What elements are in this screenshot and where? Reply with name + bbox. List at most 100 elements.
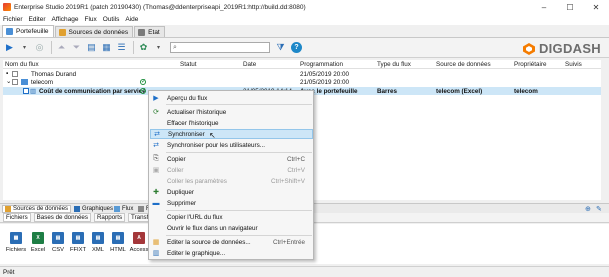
menu-item-duplicate[interactable]: ✚ Dupliquer — [150, 187, 313, 197]
chart-icon — [74, 206, 80, 212]
tab-state[interactable]: Etat — [134, 26, 165, 37]
logo-mark — [522, 42, 536, 56]
list-icon[interactable]: ☰ — [115, 41, 128, 54]
subtab-databases[interactable]: Bases de données — [33, 213, 91, 222]
sync-icon: ⇄ — [154, 131, 160, 138]
row-checkbox[interactable] — [12, 71, 18, 77]
datasource-icon — [58, 28, 66, 36]
window-title: Enterprise Studio 2019R1 (patch 20190430… — [14, 3, 306, 11]
tab-bottom-flows[interactable]: Flux — [112, 205, 135, 213]
play-dropdown-icon[interactable]: ▾ — [18, 41, 31, 54]
col-followers[interactable]: Suivis — [565, 61, 582, 68]
duplicate-icon: ✚ — [153, 189, 159, 196]
col-schedule[interactable]: Programmation — [300, 61, 343, 68]
source-excel[interactable]: X Excel — [27, 232, 49, 253]
menu-view[interactable]: Affichage — [52, 16, 79, 23]
menu-item-copy-url[interactable]: Copier l'URL du flux — [150, 212, 313, 222]
move-down-icon[interactable]: ⏷ — [70, 41, 83, 54]
col-source[interactable]: Source de données — [436, 61, 491, 68]
tab-bottom-charts[interactable]: Graphiques — [72, 205, 115, 213]
tab-portfolio[interactable]: Portefeuille — [2, 25, 54, 37]
maximize-button[interactable]: ☐ — [557, 0, 583, 14]
menu-item-open-browser[interactable]: Ouvrir le flux dans un navigateur — [150, 223, 313, 233]
filter-icon[interactable]: ⧩ — [274, 41, 287, 54]
context-menu: ▶ Aperçu du flux ⟳ Actualiser l'historiq… — [148, 90, 314, 260]
tab-bottom-sources[interactable]: Sources de données — [2, 205, 72, 213]
refresh-icon: ⟳ — [153, 109, 159, 116]
main-tabs: Portefeuille Sources de données Etat — [0, 25, 609, 38]
pin-icon[interactable]: ✎ — [596, 205, 602, 213]
menu-item-synchronize-users[interactable]: ⇄ Synchroniser pour les utilisateurs... — [150, 140, 313, 150]
menu-help[interactable]: Aide — [125, 16, 138, 23]
sync-users-icon: ⇄ — [153, 142, 159, 149]
col-type[interactable]: Type du flux — [377, 61, 411, 68]
move-up-icon[interactable]: ⏶ — [55, 41, 68, 54]
search-input[interactable]: ⌕ — [170, 42, 270, 53]
minimize-button[interactable]: – — [531, 0, 557, 14]
status-ok-icon: ✓ — [140, 78, 147, 85]
settings-icon[interactable]: ✿ — [137, 41, 150, 54]
play-icon[interactable]: ▶ — [3, 41, 16, 54]
row-checkbox[interactable] — [23, 88, 29, 94]
menu-flow[interactable]: Flux — [84, 16, 96, 23]
help-icon[interactable]: ? — [291, 42, 302, 53]
mouse-cursor-icon: ↖ — [209, 131, 216, 140]
add-icon[interactable]: ⊕ — [585, 205, 591, 213]
subtab-reports[interactable]: Rapports — [93, 213, 126, 222]
menu-item-refresh-history[interactable]: ⟳ Actualiser l'historique — [150, 107, 313, 117]
digdash-logo: DIGDASH — [522, 41, 601, 56]
edit-chart-icon: ▥ — [152, 250, 160, 257]
grid-icon[interactable]: ▦ — [100, 41, 113, 54]
source-ffixt[interactable]: ▤ FFIXT — [67, 232, 89, 253]
collapse-icon[interactable]: ▪ — [6, 70, 8, 77]
settings-dropdown-icon[interactable]: ▾ — [152, 41, 165, 54]
app-icon — [3, 3, 11, 11]
col-status[interactable]: Statut — [180, 61, 196, 68]
menu-item-edit-chart[interactable]: ▥ Editer le graphique... — [150, 248, 313, 258]
menu-item-edit-source[interactable]: ▦ Editer la source de données... Ctrl+En… — [150, 237, 313, 247]
menu-edit[interactable]: Editer — [29, 16, 46, 23]
menu-item-preview[interactable]: ▶ Aperçu du flux — [150, 93, 313, 103]
ffixt-icon: ▤ — [72, 232, 84, 244]
search-icon: ⌕ — [173, 43, 177, 51]
menu-item-clear-history[interactable]: Effacer l'historique — [150, 118, 313, 128]
stop-icon[interactable]: ◎ — [33, 41, 46, 54]
play-icon: ▶ — [153, 95, 159, 102]
source-access[interactable]: A Access — [128, 232, 150, 253]
table-row[interactable]: ▪ Thomas Durand 21/05/2019 20:00 — [3, 70, 601, 78]
source-html[interactable]: ▤ HTML — [107, 232, 129, 253]
close-button[interactable]: ✕ — [583, 0, 609, 14]
subtab-files[interactable]: Fichiers — [3, 213, 31, 222]
expand-icon[interactable]: ⌄ — [6, 78, 11, 85]
menu-item-paste[interactable]: ▣ Coller Ctrl+V — [150, 165, 313, 175]
html-icon: ▤ — [112, 232, 124, 244]
menu-item-copy[interactable]: ⎘ Copier Ctrl+C — [150, 154, 313, 164]
status-bar: Prêt — [0, 266, 609, 277]
status-text: Prêt — [3, 268, 15, 276]
menu-file[interactable]: Fichier — [3, 16, 23, 23]
files-icon: ▦ — [10, 232, 22, 244]
csv-icon: ▤ — [52, 232, 64, 244]
col-date[interactable]: Date — [243, 61, 256, 68]
menu-item-paste-parameters[interactable]: Coller les paramètres Ctrl+Shift+V — [150, 176, 313, 186]
menu-item-synchronize[interactable]: ⇄ Synchroniser ↖ — [150, 129, 313, 140]
toolbar: ▶ ▾ ◎ ⏶ ⏷ ▤ ▦ ☰ ✿ ▾ ⌕ ⧩ ? — [0, 38, 609, 58]
menu-item-delete[interactable]: ▬ Supprimer — [150, 198, 313, 208]
add-row-icon[interactable]: ▤ — [85, 41, 98, 54]
access-icon: A — [133, 232, 145, 244]
source-xml[interactable]: ▤ XML — [87, 232, 109, 253]
row-checkbox[interactable] — [12, 79, 18, 85]
paste-icon: ▣ — [152, 167, 160, 174]
folder-icon — [21, 78, 28, 85]
source-csv[interactable]: ▤ CSV — [47, 232, 69, 253]
tab-data-sources[interactable]: Sources de données — [54, 26, 134, 37]
copy-icon: ⎘ — [153, 155, 159, 162]
xml-icon: ▤ — [92, 232, 104, 244]
delete-icon: ▬ — [152, 199, 160, 207]
menu-tools[interactable]: Outils — [103, 16, 120, 23]
source-files[interactable]: ▦ Fichiers — [5, 232, 27, 253]
table-row[interactable]: ⌄ telecom ✓ 21/05/2019 20:00 — [3, 78, 601, 86]
col-owner[interactable]: Propriétaire — [514, 61, 547, 68]
col-name[interactable]: Nom du flux — [5, 61, 39, 68]
state-icon — [138, 28, 146, 36]
